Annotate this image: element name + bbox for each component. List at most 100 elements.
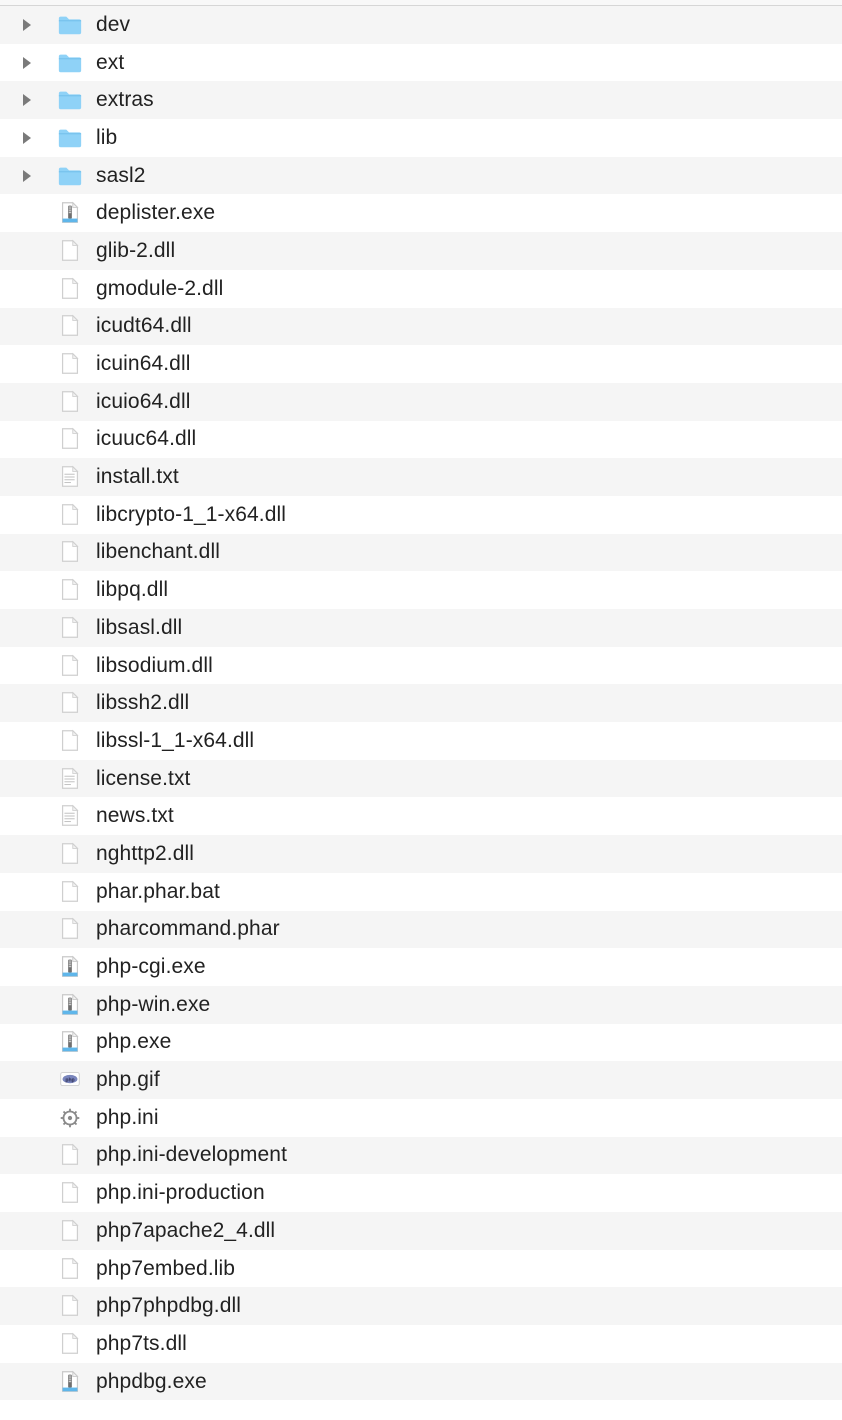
file-name-label: extras <box>96 88 154 112</box>
generic-file-icon <box>56 1218 84 1244</box>
file-row[interactable]: lib <box>0 119 842 157</box>
exe-icon <box>56 1369 84 1395</box>
generic-file-icon <box>56 879 84 905</box>
generic-file-icon <box>56 916 84 942</box>
file-row[interactable]: libpq.dll <box>0 571 842 609</box>
file-name-label: php7phpdbg.dll <box>96 1294 241 1318</box>
file-row[interactable]: php.ini-production <box>0 1174 842 1212</box>
file-name-label: pharcommand.phar <box>96 917 280 941</box>
exe-icon <box>56 200 84 226</box>
file-row[interactable]: gmodule-2.dll <box>0 270 842 308</box>
exe-icon <box>56 954 84 980</box>
text-file-icon <box>56 464 84 490</box>
file-row[interactable]: php7apache2_4.dll <box>0 1212 842 1250</box>
file-list: dev ext extras lib sasl2 deplister.exe glib-2.… <box>0 6 842 1400</box>
file-row[interactable]: php.gif <box>0 1061 842 1099</box>
generic-file-icon <box>56 313 84 339</box>
file-name-label: libpq.dll <box>96 578 168 602</box>
generic-file-icon <box>56 653 84 679</box>
file-name-label: icuio64.dll <box>96 390 191 414</box>
text-file-icon <box>56 766 84 792</box>
disclosure-triangle-icon[interactable] <box>20 93 34 107</box>
file-row[interactable]: libsasl.dll <box>0 609 842 647</box>
file-name-label: nghttp2.dll <box>96 842 194 866</box>
file-name-label: phar.phar.bat <box>96 880 220 904</box>
disclosure-triangle-icon[interactable] <box>20 18 34 32</box>
file-row[interactable]: phpdbg.exe <box>0 1363 842 1401</box>
disclosure-triangle-icon[interactable] <box>20 169 34 183</box>
file-row[interactable]: php.ini <box>0 1099 842 1137</box>
generic-file-icon <box>56 1256 84 1282</box>
file-row[interactable]: dev <box>0 6 842 44</box>
file-row[interactable]: glib-2.dll <box>0 232 842 270</box>
file-name-label: sasl2 <box>96 164 146 188</box>
file-row[interactable]: install.txt <box>0 458 842 496</box>
file-row[interactable]: ext <box>0 44 842 82</box>
file-row[interactable]: extras <box>0 81 842 119</box>
file-row[interactable]: news.txt <box>0 797 842 835</box>
file-name-label: libenchant.dll <box>96 540 220 564</box>
file-name-label: php.exe <box>96 1030 171 1054</box>
file-row[interactable]: libssh2.dll <box>0 684 842 722</box>
generic-file-icon <box>56 539 84 565</box>
file-row[interactable]: pharcommand.phar <box>0 911 842 949</box>
text-file-icon <box>56 803 84 829</box>
file-name-label: libssh2.dll <box>96 691 189 715</box>
file-row[interactable]: license.txt <box>0 760 842 798</box>
generic-file-icon <box>56 728 84 754</box>
file-row[interactable]: libsodium.dll <box>0 647 842 685</box>
file-name-label: dev <box>96 13 130 37</box>
file-name-label: license.txt <box>96 767 190 791</box>
file-row[interactable]: php.exe <box>0 1024 842 1062</box>
file-row[interactable]: icudt64.dll <box>0 308 842 346</box>
folder-icon <box>56 50 84 76</box>
file-row[interactable]: phar.phar.bat <box>0 873 842 911</box>
exe-icon <box>56 1029 84 1055</box>
file-row[interactable]: nghttp2.dll <box>0 835 842 873</box>
file-name-label: gmodule-2.dll <box>96 277 223 301</box>
file-name-label: glib-2.dll <box>96 239 175 263</box>
file-row[interactable]: libssl-1_1-x64.dll <box>0 722 842 760</box>
file-name-label: libsasl.dll <box>96 616 182 640</box>
file-row[interactable]: php7ts.dll <box>0 1325 842 1363</box>
file-row[interactable]: php-cgi.exe <box>0 948 842 986</box>
generic-file-icon <box>56 1293 84 1319</box>
file-row[interactable]: libenchant.dll <box>0 534 842 572</box>
file-name-label: php.ini-production <box>96 1181 265 1205</box>
file-row[interactable]: deplister.exe <box>0 194 842 232</box>
generic-file-icon <box>56 276 84 302</box>
generic-file-icon <box>56 389 84 415</box>
file-row[interactable]: php-win.exe <box>0 986 842 1024</box>
file-name-label: php.gif <box>96 1068 160 1092</box>
generic-file-icon <box>56 841 84 867</box>
file-name-label: news.txt <box>96 804 174 828</box>
file-row[interactable]: icuio64.dll <box>0 383 842 421</box>
folder-icon <box>56 163 84 189</box>
disclosure-triangle-icon[interactable] <box>20 131 34 145</box>
file-name-label: libcrypto-1_1-x64.dll <box>96 503 286 527</box>
file-name-label: php-cgi.exe <box>96 955 206 979</box>
file-row[interactable]: php7phpdbg.dll <box>0 1287 842 1325</box>
generic-file-icon <box>56 426 84 452</box>
folder-icon <box>56 125 84 151</box>
generic-file-icon <box>56 351 84 377</box>
file-row[interactable]: icuin64.dll <box>0 345 842 383</box>
generic-file-icon <box>56 690 84 716</box>
file-row[interactable]: sasl2 <box>0 157 842 195</box>
file-row[interactable]: libcrypto-1_1-x64.dll <box>0 496 842 534</box>
folder-icon <box>56 87 84 113</box>
file-row[interactable]: php.ini-development <box>0 1137 842 1175</box>
generic-file-icon <box>56 1331 84 1357</box>
disclosure-triangle-icon[interactable] <box>20 56 34 70</box>
image-file-icon <box>56 1067 84 1093</box>
file-name-label: install.txt <box>96 465 179 489</box>
file-name-label: deplister.exe <box>96 201 215 225</box>
file-row[interactable]: icuuc64.dll <box>0 421 842 459</box>
file-name-label: icudt64.dll <box>96 314 192 338</box>
file-name-label: icuuc64.dll <box>96 427 196 451</box>
file-name-label: php7apache2_4.dll <box>96 1219 275 1243</box>
file-row[interactable]: php7embed.lib <box>0 1250 842 1288</box>
file-name-label: lib <box>96 126 117 150</box>
generic-file-icon <box>56 238 84 264</box>
file-name-label: php-win.exe <box>96 993 210 1017</box>
